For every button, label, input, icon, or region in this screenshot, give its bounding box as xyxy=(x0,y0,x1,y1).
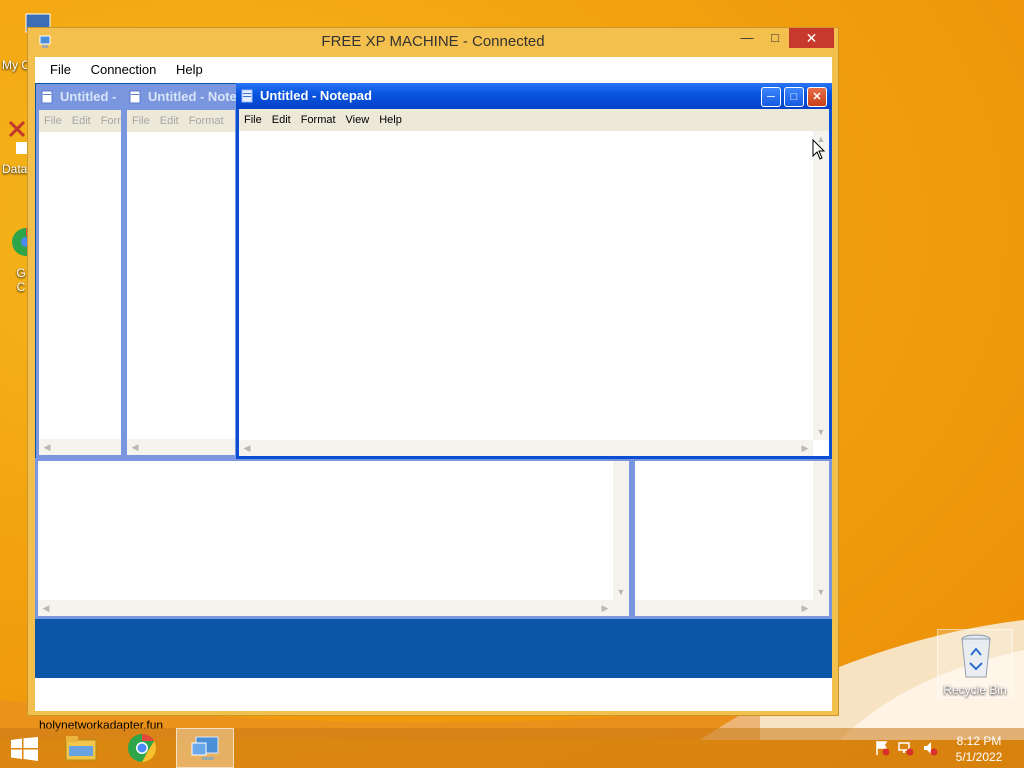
menu-bar: File Edit Format xyxy=(127,110,235,132)
chrome-icon xyxy=(128,734,156,762)
remote-desktop-view[interactable]: ▼ ◀ ▶ ▼ ▶ Untitled - File Edit For ◀ Unt… xyxy=(35,83,832,678)
maximize-button[interactable]: □ xyxy=(784,87,804,107)
menu-edit[interactable]: Edit xyxy=(267,109,296,131)
bg-notepad-left-edit[interactable]: ▼ ◀ ▶ xyxy=(38,461,629,616)
notepad-icon xyxy=(241,89,253,103)
text-area[interactable]: ▲ ▼ ◀ ▶ xyxy=(239,131,829,456)
scroll-left-arrow[interactable]: ◀ xyxy=(39,439,55,455)
menu-help[interactable]: Help xyxy=(168,57,211,82)
minimize-button[interactable]: — xyxy=(734,28,760,48)
notepad-icon xyxy=(129,90,141,104)
menu-file[interactable]: File xyxy=(42,57,79,82)
menu-format[interactable]: Form xyxy=(96,110,121,132)
window-title: FREE XP MACHINE - Connected xyxy=(321,33,545,50)
menu-file[interactable]: File xyxy=(39,110,67,132)
scroll-right-arrow[interactable]: ▶ xyxy=(797,440,813,456)
minimize-button[interactable]: ─ xyxy=(761,87,781,107)
start-icon xyxy=(11,737,38,761)
taskbar-file-explorer[interactable] xyxy=(52,728,110,768)
text-area[interactable]: ◀ xyxy=(39,132,121,455)
horizontal-scrollbar[interactable]: ◀ ▶ xyxy=(239,440,813,456)
scroll-left-arrow[interactable]: ◀ xyxy=(239,440,255,456)
scroll-down-arrow[interactable]: ▼ xyxy=(613,584,629,600)
recycle-bin-icon xyxy=(961,634,991,678)
scroll-right-arrow[interactable]: ▶ xyxy=(597,600,613,616)
menu-bar: File Edit Format View Help xyxy=(239,109,829,131)
close-button[interactable]: ✕ xyxy=(789,28,834,48)
mouse-cursor-icon xyxy=(812,139,826,160)
menu-connection[interactable]: Connection xyxy=(83,57,165,82)
notepad-window-1[interactable]: Untitled - FileEditForm ◀ xyxy=(36,84,124,458)
desktop-icon-recycle-bin[interactable]: Recycle Bin xyxy=(937,629,1013,698)
menu-file[interactable]: File xyxy=(239,109,267,131)
menu-format[interactable]: Format xyxy=(184,110,229,132)
close-button[interactable]: ✕ xyxy=(807,87,827,107)
network-icon[interactable] xyxy=(898,740,914,756)
bg-notepad-left: ▼ ◀ ▶ xyxy=(35,458,632,619)
vertical-scrollbar[interactable]: ▼ xyxy=(613,461,629,600)
taskbar-remote-desktop[interactable] xyxy=(176,728,234,768)
menu-bar: File Connection Help xyxy=(35,57,832,82)
taskbar: 8:12 PM 5/1/2022 xyxy=(0,728,1024,768)
menu-view[interactable]: View xyxy=(341,109,375,131)
text-area[interactable]: ◀ xyxy=(127,132,235,455)
scroll-left-arrow[interactable]: ◀ xyxy=(127,439,143,455)
maximize-button[interactable]: □ xyxy=(762,28,788,48)
title-bar[interactable]: Untitled - xyxy=(36,84,124,110)
horizontal-scrollbar[interactable]: ▶ xyxy=(635,600,829,616)
scroll-left-arrow[interactable]: ◀ xyxy=(38,600,54,616)
volume-muted-icon[interactable] xyxy=(922,740,938,756)
menu-help[interactable]: Help xyxy=(374,109,407,131)
menu-file[interactable]: File xyxy=(127,110,155,132)
notepad-window-2[interactable]: Untitled - Note File Edit Format ◀ xyxy=(124,84,238,458)
horizontal-scrollbar[interactable]: ◀ xyxy=(39,439,121,455)
scroll-right-arrow[interactable]: ▶ xyxy=(797,600,813,616)
menu-bar: FileEditForm xyxy=(39,110,121,132)
file-explorer-icon xyxy=(65,736,97,761)
scroll-down-arrow[interactable]: ▼ xyxy=(813,584,829,600)
vertical-scrollbar[interactable]: ▼ xyxy=(813,461,829,600)
horizontal-scrollbar[interactable]: ◀ ▶ xyxy=(38,600,629,616)
taskbar-chrome[interactable] xyxy=(114,728,172,768)
notepad-window-active[interactable]: Untitled - Notepad ─ □ ✕ File Edit Format V… xyxy=(236,83,832,459)
notepad-icon xyxy=(41,90,53,104)
menu-edit[interactable]: Edit xyxy=(67,110,96,132)
rdp-client-window: FREE XP MACHINE - Connected — □ ✕ File C… xyxy=(27,27,839,732)
horizontal-scrollbar[interactable]: ◀ xyxy=(127,439,235,455)
taskbar-clock[interactable]: 8:12 PM 5/1/2022 xyxy=(944,733,1014,765)
clock-date: 5/1/2022 xyxy=(955,750,1003,764)
title-bar[interactable]: Untitled - Note xyxy=(124,84,238,110)
vertical-scrollbar[interactable]: ▲ ▼ xyxy=(813,131,829,440)
bg-notepad-right: ▼ ▶ xyxy=(632,458,832,619)
menu-format[interactable]: Format xyxy=(296,109,341,131)
menu-edit[interactable]: Edit xyxy=(155,110,184,132)
scroll-down-arrow[interactable]: ▼ xyxy=(813,424,829,440)
action-center-flag-icon[interactable] xyxy=(874,740,890,756)
clock-time: 8:12 PM xyxy=(956,734,1002,748)
title-bar[interactable]: Untitled - Notepad ─ □ ✕ xyxy=(236,83,832,109)
remote-desktop-icon xyxy=(191,736,219,760)
client-area: File Connection Help ▼ ◀ ▶ ▼ ▶ Untitled … xyxy=(35,57,832,732)
start-button[interactable] xyxy=(0,728,58,768)
bg-notepad-right-edit[interactable]: ▼ ▶ xyxy=(635,461,829,616)
